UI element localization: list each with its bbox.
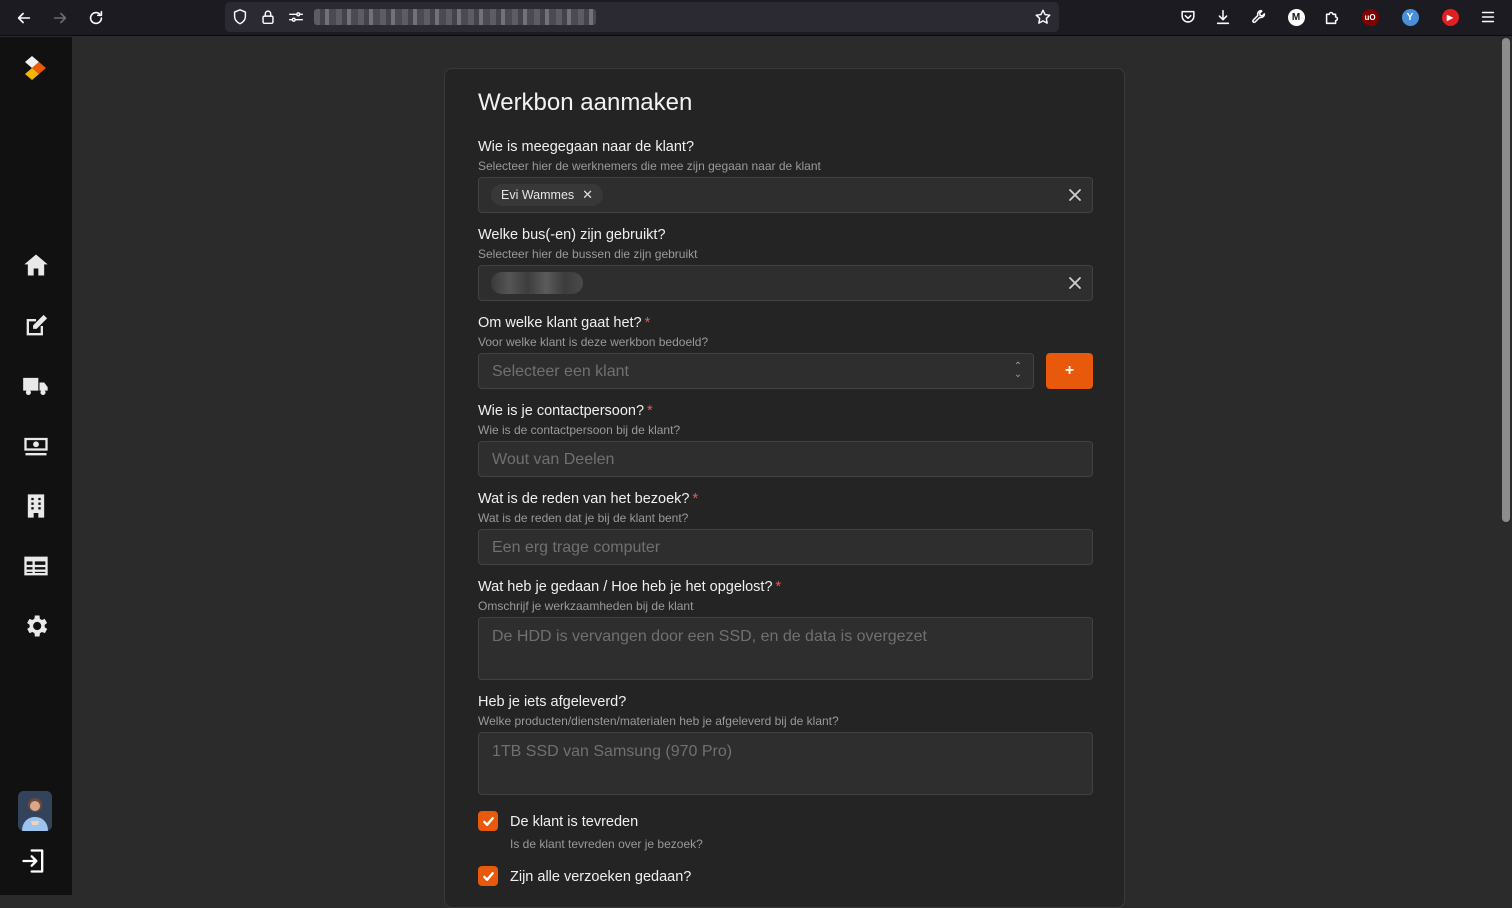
work-done-textarea[interactable]: De HDD is vervangen door een SSD, en de … [478, 617, 1093, 680]
reason-input[interactable]: Een erg trage computer [478, 529, 1093, 565]
edit-icon [26, 314, 48, 336]
extensions-puzzle-icon[interactable] [1321, 6, 1343, 28]
reason-description: Wat is de reden dat je bij de klant bent… [478, 511, 689, 525]
all-requests-checkbox[interactable] [478, 866, 498, 886]
reason-label: Wat is de reden van het bezoek? * [478, 491, 699, 507]
reload-button[interactable] [83, 5, 109, 31]
extension-m-icon[interactable]: M [1285, 6, 1307, 28]
chevron-updown-icon: ⌃ ⌄ [1013, 361, 1023, 380]
required-mark: * [644, 315, 651, 331]
required-mark: * [647, 403, 653, 419]
url-text-redacted [314, 9, 596, 25]
clear-buses-icon[interactable] [1068, 276, 1082, 290]
gear-icon [27, 615, 48, 637]
delivered-placeholder: 1TB SSD van Samsung (970 Pro) [492, 743, 733, 760]
buses-label: Welke bus(-en) zijn gebruikt? [478, 227, 666, 243]
employees-label: Wie is meegegaan naar de klant? [478, 139, 695, 155]
checkmark-icon [482, 871, 494, 881]
workorder-form-card: Werkbon aanmaken Wie is meegegaan naar d… [444, 68, 1125, 908]
work-done-description: Omschrijf je werkzaamheden bij de klant [478, 599, 694, 613]
menu-icon[interactable] [1477, 6, 1499, 28]
all-requests-label[interactable]: Zijn alle verzoeken gedaan? [510, 869, 691, 885]
sidebar-item-companies[interactable] [20, 490, 52, 522]
contact-description: Wie is de contactpersoon bij de klant? [478, 423, 681, 437]
avatar[interactable] [18, 791, 52, 831]
address-bar[interactable] [225, 2, 1059, 32]
customer-select[interactable]: Selecteer een klant ⌃ ⌄ [478, 353, 1034, 389]
delivered-textarea[interactable]: 1TB SSD van Samsung (970 Pro) [478, 732, 1093, 795]
employee-pill: Evi Wammes ✕ [491, 184, 604, 206]
employees-multiselect[interactable]: Evi Wammes ✕ [478, 177, 1093, 213]
add-customer-button[interactable]: + [1046, 353, 1093, 389]
satisfied-label[interactable]: De klant is tevreden [510, 814, 638, 830]
employees-description: Selecteer hier de werknemers die mee zij… [478, 159, 821, 173]
page-title: Werkbon aanmaken [478, 89, 693, 116]
sidebar-item-trucks[interactable] [20, 370, 52, 402]
sidebar [0, 37, 72, 895]
bookmark-star-icon[interactable] [1034, 8, 1052, 26]
download-icon[interactable] [1212, 6, 1234, 28]
delivered-label: Heb je iets afgeleverd? [478, 694, 627, 710]
logout-icon [22, 849, 44, 873]
logout-button[interactable] [20, 847, 50, 877]
work-done-label: Wat heb je gedaan / Hoe heb je het opgel… [478, 579, 782, 595]
money-icon [24, 437, 48, 456]
bus-pill-redacted [491, 272, 583, 294]
sidebar-item-overview[interactable] [20, 550, 52, 582]
arrow-right-icon [53, 12, 67, 24]
employee-pill-label: Evi Wammes [501, 188, 575, 202]
contact-input[interactable]: Wout van Deelen [478, 441, 1093, 477]
app-logo-icon[interactable] [24, 54, 48, 84]
contact-input-placeholder: Wout van Deelen [492, 451, 615, 468]
browser-toolbar: M uO Y ▶ [0, 0, 1512, 36]
ublock-icon[interactable]: uO [1359, 6, 1381, 28]
buses-description: Selecteer hier de bussen die zijn gebrui… [478, 247, 698, 261]
remove-employee-icon[interactable]: ✕ [582, 187, 593, 203]
buses-multiselect[interactable] [478, 265, 1093, 301]
delivered-description: Welke producten/diensten/materialen heb … [478, 714, 839, 728]
reason-input-placeholder: Een erg trage computer [492, 539, 661, 556]
lock-icon[interactable] [259, 8, 277, 26]
customer-select-placeholder: Selecteer een klant [492, 363, 629, 380]
sidebar-item-finance[interactable] [20, 430, 52, 462]
building-icon [27, 494, 45, 518]
pocket-icon[interactable] [1177, 6, 1199, 28]
shield-icon[interactable] [231, 8, 249, 26]
checkmark-icon [482, 816, 494, 826]
youtube-extension-icon[interactable]: ▶ [1439, 6, 1461, 28]
satisfied-description: Is de klant tevreden over je bezoek? [510, 837, 703, 851]
customer-label: Om welke klant gaat het? * [478, 315, 651, 331]
truck-icon [23, 377, 48, 395]
contact-label: Wie is je contactpersoon? * [478, 403, 653, 419]
reload-icon [89, 10, 103, 25]
required-mark: * [692, 491, 699, 507]
sidebar-item-settings[interactable] [20, 610, 52, 642]
wrench-icon[interactable] [1248, 6, 1270, 28]
sidebar-item-home[interactable] [20, 249, 52, 281]
back-button[interactable] [11, 5, 37, 31]
customer-description: Voor welke klant is deze werkbon bedoeld… [478, 335, 709, 349]
satisfied-checkbox[interactable] [478, 811, 498, 831]
work-done-placeholder: De HDD is vervangen door een SSD, en de … [492, 628, 927, 645]
page-scrollbar[interactable] [1502, 38, 1510, 522]
sidebar-item-edit[interactable] [20, 310, 52, 342]
table-icon [24, 556, 48, 576]
home-icon [24, 254, 48, 276]
arrow-left-icon [17, 12, 31, 24]
clear-employees-icon[interactable] [1068, 188, 1082, 202]
required-mark: * [775, 579, 782, 595]
forward-button[interactable] [47, 5, 73, 31]
permissions-icon[interactable] [287, 8, 305, 26]
extension-y-icon[interactable]: Y [1399, 6, 1421, 28]
